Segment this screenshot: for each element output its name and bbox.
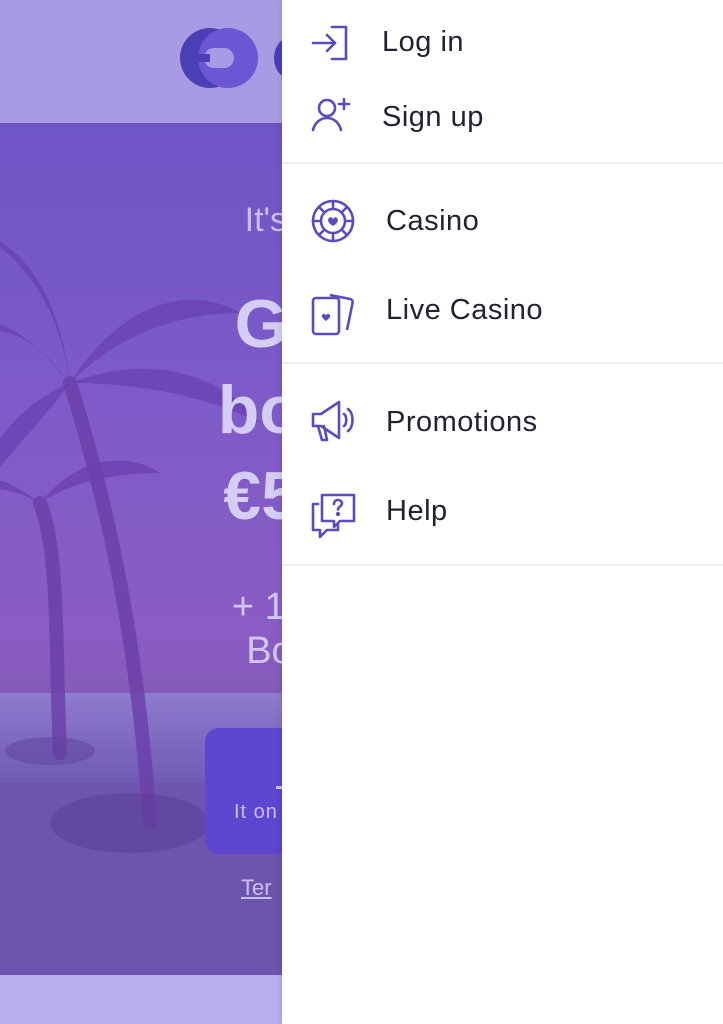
- menu-item-label: Sign up: [382, 101, 484, 133]
- menu-item-label: Casino: [386, 205, 480, 237]
- megaphone-icon: [310, 398, 356, 444]
- menu-item-label: Log in: [382, 26, 465, 58]
- add-user-icon: [310, 96, 352, 134]
- terms-link[interactable]: Ter: [241, 875, 272, 901]
- navigation-drawer: Log in Sign up Casino Live Casino Promot…: [282, 0, 723, 1024]
- menu-item-label: Help: [386, 495, 448, 527]
- menu-item-promotions[interactable]: Promotions: [282, 364, 723, 474]
- menu-item-sign-up[interactable]: Sign up: [282, 84, 723, 156]
- menu-item-log-in[interactable]: Log in: [282, 0, 723, 84]
- auth-section: Log in Sign up: [282, 0, 723, 164]
- brand-logo-icon: [180, 28, 258, 88]
- casino-chip-icon: [310, 198, 356, 244]
- menu-item-label: Promotions: [386, 406, 538, 438]
- games-section: Casino Live Casino: [282, 164, 723, 364]
- menu-item-casino[interactable]: Casino: [282, 164, 723, 272]
- login-icon: [310, 24, 350, 62]
- menu-item-live-casino[interactable]: Live Casino: [282, 272, 723, 360]
- menu-item-label: Live Casino: [386, 294, 544, 326]
- playing-cards-icon: [310, 290, 358, 338]
- cta-subtext: It on: [234, 801, 278, 823]
- help-chat-icon: [310, 492, 358, 540]
- menu-item-help[interactable]: Help: [282, 474, 723, 562]
- support-section: Promotions Help: [282, 364, 723, 566]
